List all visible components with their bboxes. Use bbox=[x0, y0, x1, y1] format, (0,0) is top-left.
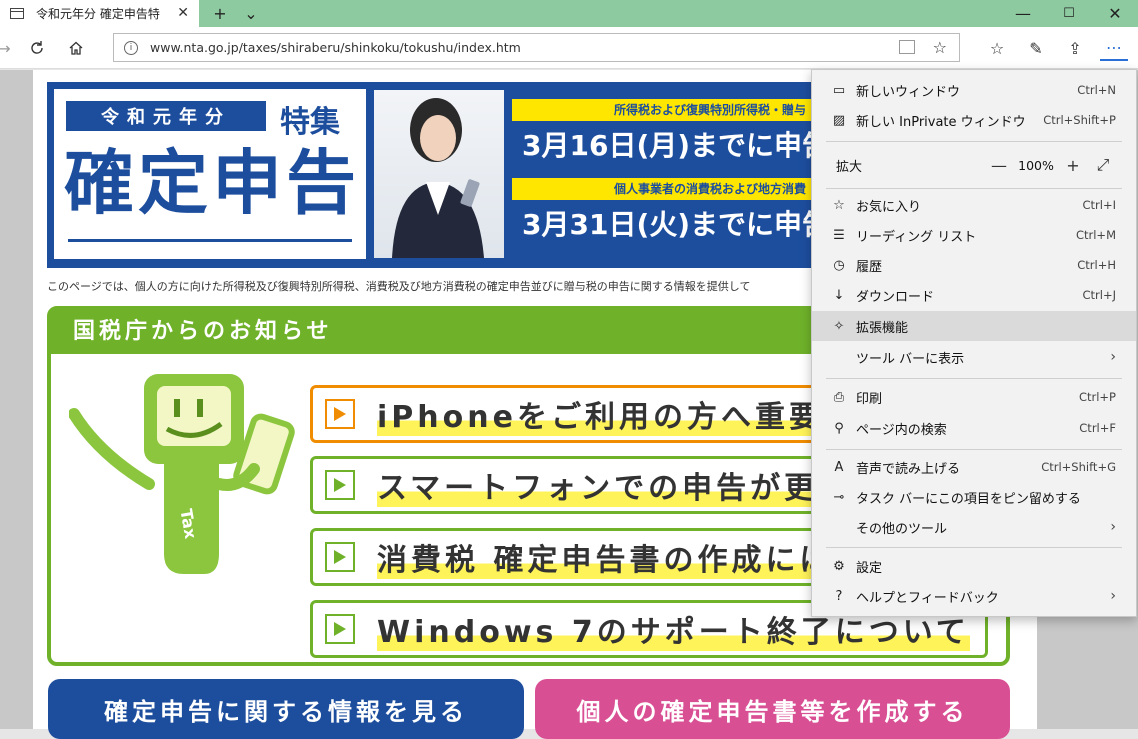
play-icon bbox=[325, 614, 355, 644]
menu-find[interactable]: ⚲ ページ内の検索 Ctrl+F bbox=[812, 413, 1136, 443]
favorites-icon: ☆ bbox=[833, 197, 845, 213]
printer-icon: ⎙ bbox=[833, 389, 845, 405]
deadline-1: 3月16日(月)までに申告 bbox=[512, 124, 812, 168]
menu-history[interactable]: ◷ 履歴 Ctrl+H bbox=[812, 250, 1136, 280]
pen-icon[interactable]: ✎ bbox=[1022, 35, 1050, 61]
reading-view-icon[interactable] bbox=[899, 40, 915, 54]
browser-tab[interactable]: 令和元年分 確定申告特 ✕ bbox=[0, 0, 199, 27]
menu-divider bbox=[826, 378, 1122, 379]
menu-show-in-toolbar[interactable]: ツール バーに表示 › bbox=[812, 342, 1136, 372]
intro-text: このページでは、個人の方に向けた所得税及び復興特別所得税、消費税及び地方消費税の… bbox=[47, 280, 751, 293]
close-window-button[interactable]: ✕ bbox=[1092, 0, 1138, 27]
history-icon: ◷ bbox=[833, 257, 845, 273]
home-icon[interactable] bbox=[62, 35, 90, 61]
chevron-right-icon: › bbox=[1110, 588, 1116, 604]
menu-zoom: 拡大 — 100% + ⤢ bbox=[812, 150, 1136, 180]
gear-icon: ⚙ bbox=[833, 558, 845, 574]
menu-divider bbox=[826, 547, 1122, 548]
menu-divider bbox=[826, 449, 1122, 450]
create-return-button[interactable]: 個人の確定申告書等を作成する bbox=[535, 679, 1010, 739]
url-text[interactable]: www.nta.go.jp/taxes/shiraberu/shinkoku/t… bbox=[150, 40, 521, 55]
banner-underline bbox=[68, 239, 352, 242]
banner-title-area: 令和元年分 特集 確定申告 bbox=[54, 89, 366, 259]
zoom-out-button[interactable]: — bbox=[984, 156, 1014, 175]
share-icon[interactable]: ⇪ bbox=[1061, 35, 1089, 61]
info-icon[interactable]: i bbox=[124, 40, 138, 55]
play-icon bbox=[325, 399, 355, 429]
menu-reading-list[interactable]: ☰ リーディング リスト Ctrl+M bbox=[812, 220, 1136, 250]
page-icon bbox=[10, 8, 24, 19]
menu-pin-taskbar[interactable]: ⊸ タスク バーにこの項目をピン留めする bbox=[812, 482, 1136, 512]
menu-favorites[interactable]: ☆ お気に入り Ctrl+I bbox=[812, 190, 1136, 220]
title-bar: 令和元年分 確定申告特 ✕ + ⌄ — ☐ ✕ bbox=[0, 0, 1138, 27]
download-icon: ↓ bbox=[833, 287, 845, 303]
zoom-level: 100% bbox=[1018, 157, 1054, 173]
reading-list-icon: ☰ bbox=[833, 227, 845, 243]
read-aloud-icon: A bbox=[834, 459, 844, 475]
woman-photo bbox=[374, 90, 504, 258]
window-icon: ▭ bbox=[832, 82, 846, 98]
banner[interactable]: 令和元年分 特集 確定申告 所得税および復興特別所得税・贈与 3月16日(月)ま… bbox=[47, 82, 817, 268]
menu-divider bbox=[826, 188, 1122, 189]
extensions-icon: ✧ bbox=[833, 318, 845, 334]
chevron-right-icon: › bbox=[1110, 349, 1116, 365]
new-tab-button[interactable]: + bbox=[206, 0, 234, 27]
help-icon: ? bbox=[835, 588, 843, 604]
menu-new-window[interactable]: ▭ 新しいウィンドウ Ctrl+N bbox=[812, 75, 1136, 105]
play-icon bbox=[325, 470, 355, 500]
settings-menu: ▭ 新しいウィンドウ Ctrl+N ▨ 新しい InPrivate ウィンドウ … bbox=[811, 69, 1137, 617]
menu-settings[interactable]: ⚙ 設定 bbox=[812, 551, 1136, 581]
maximize-button[interactable]: ☐ bbox=[1046, 0, 1092, 27]
minimize-button[interactable]: — bbox=[1000, 0, 1046, 27]
page-margin-left bbox=[0, 70, 33, 729]
search-icon: ⚲ bbox=[834, 420, 844, 436]
address-bar[interactable]: i www.nta.go.jp/taxes/shiraberu/shinkoku… bbox=[113, 33, 960, 62]
tab-list-button[interactable]: ⌄ bbox=[237, 0, 265, 27]
view-info-button[interactable]: 確定申告に関する情報を見る bbox=[48, 679, 524, 739]
menu-help[interactable]: ? ヘルプとフィードバック › bbox=[812, 581, 1136, 611]
pin-icon: ⊸ bbox=[833, 489, 845, 505]
inprivate-icon: ▨ bbox=[832, 112, 846, 128]
menu-inprivate[interactable]: ▨ 新しい InPrivate ウィンドウ Ctrl+Shift+P bbox=[812, 105, 1136, 135]
menu-more-tools[interactable]: その他のツール › bbox=[812, 512, 1136, 542]
deadline-1-note: 所得税および復興特別所得税・贈与 bbox=[512, 99, 812, 121]
zoom-in-button[interactable]: + bbox=[1058, 156, 1088, 175]
deadline-2-note: 個人事業者の消費税および地方消費 bbox=[512, 178, 812, 200]
fullscreen-icon[interactable]: ⤢ bbox=[1088, 155, 1118, 175]
menu-extensions[interactable]: ✧ 拡張機能 bbox=[812, 311, 1136, 341]
back-icon[interactable]: → bbox=[0, 35, 18, 61]
menu-divider bbox=[826, 141, 1122, 142]
menu-downloads[interactable]: ↓ ダウンロード Ctrl+J bbox=[812, 280, 1136, 310]
tax-mascot-image: Tax bbox=[68, 374, 299, 594]
menu-read-aloud[interactable]: A 音声で読み上げる Ctrl+Shift+G bbox=[812, 452, 1136, 482]
banner-tokushu: 特集 bbox=[280, 105, 340, 140]
close-tab-icon[interactable]: ✕ bbox=[177, 5, 189, 21]
chevron-right-icon: › bbox=[1110, 519, 1116, 535]
banner-title: 確定申告 bbox=[64, 142, 360, 224]
tab-title: 令和元年分 確定申告特 bbox=[36, 7, 160, 21]
favorites-hub-icon[interactable]: ☆ bbox=[983, 35, 1011, 61]
banner-nengo: 令和元年分 bbox=[66, 101, 266, 131]
navigation-bar: → i www.nta.go.jp/taxes/shiraberu/shinko… bbox=[0, 27, 1138, 69]
play-icon bbox=[325, 542, 355, 572]
deadline-2: 3月31日(火)までに申告 bbox=[512, 203, 812, 247]
menu-print[interactable]: ⎙ 印刷 Ctrl+P bbox=[812, 382, 1136, 412]
favorite-star-icon[interactable]: ☆ bbox=[933, 38, 947, 57]
more-icon[interactable]: ⋯ bbox=[1100, 35, 1128, 61]
refresh-icon[interactable] bbox=[23, 35, 51, 61]
